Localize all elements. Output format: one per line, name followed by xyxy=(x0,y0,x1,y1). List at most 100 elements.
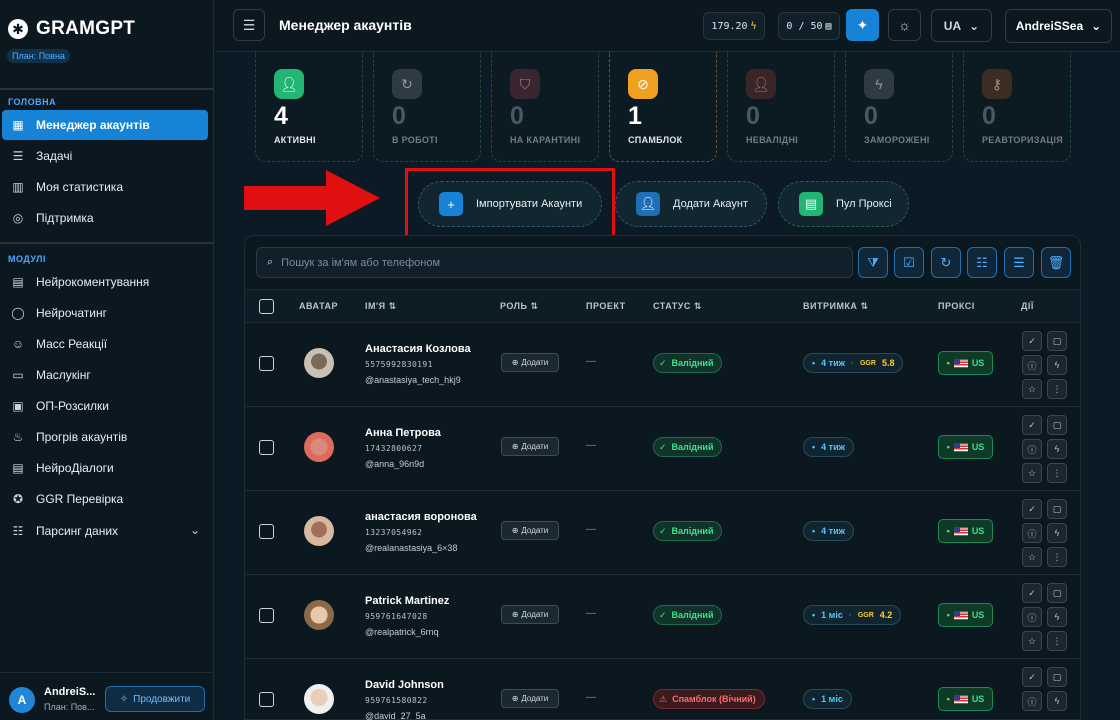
search-input[interactable]: ⌕ Пошук за ім'ям або телефоном xyxy=(256,247,853,278)
sidebar-toggle-button[interactable]: ☰ xyxy=(233,9,265,41)
chat-action-button[interactable]: ▢ xyxy=(1047,667,1067,687)
check-action-button[interactable]: ✓ xyxy=(1022,415,1042,435)
bolt-action-button[interactable]: ϟ xyxy=(1047,523,1067,543)
sidebar-item-data-parsing[interactable]: ☷ Парсинг даних ⌄ xyxy=(2,516,208,546)
more-action-button[interactable]: ⋮ xyxy=(1047,547,1067,567)
star-action-button[interactable]: ☆ xyxy=(1022,547,1042,567)
table-row[interactable]: анастасия воронова 13237054962 @realanas… xyxy=(245,491,1080,575)
add-account-button[interactable]: 👤︎ Додати Акаунт xyxy=(615,181,767,227)
stat-card-frozen[interactable]: ϟ 0 ЗАМОРОЖЕНІ xyxy=(845,52,953,162)
row-checkbox[interactable] xyxy=(259,608,274,623)
chat-action-button[interactable]: ▢ xyxy=(1047,499,1067,519)
stat-card-invalid[interactable]: 👤︎ 0 НЕВАЛІДНІ xyxy=(727,52,835,162)
check-action-button[interactable]: ✓ xyxy=(1022,667,1042,687)
row-checkbox[interactable] xyxy=(259,692,274,707)
more-action-button[interactable]: ⋮ xyxy=(1047,463,1067,483)
stat-card-in-work[interactable]: ↻ 0 В РОБОТІ xyxy=(373,52,481,162)
sidebar-item-tasks[interactable]: ☰ Задачі xyxy=(2,141,208,171)
chat-icon: ▢ xyxy=(1052,335,1062,346)
info-action-button[interactable]: ⓘ xyxy=(1022,523,1042,543)
more-action-button[interactable]: ⋮ xyxy=(1047,379,1067,399)
filter-button[interactable]: ⧩ xyxy=(858,247,888,278)
column-name[interactable]: ІМ'Я ⇅ xyxy=(365,301,397,312)
quota-badge[interactable]: 0 / 50 ▤ xyxy=(778,12,840,40)
extend-plan-button[interactable]: ✧ Продовжити xyxy=(105,686,205,712)
column-role[interactable]: РОЛЬ ⇅ xyxy=(500,301,539,312)
add-role-button[interactable]: ⊕ Додати xyxy=(501,689,559,708)
info-action-button[interactable]: ⓘ xyxy=(1022,439,1042,459)
ai-sparkle-button[interactable]: ✦ xyxy=(846,9,879,41)
table-row[interactable]: Patrick Martinez 959761647028 @realpatri… xyxy=(245,575,1080,659)
delete-button[interactable]: 🗑︎ xyxy=(1041,247,1071,278)
bulk-actions-button[interactable]: ☰ xyxy=(1004,247,1034,278)
sidebar-item-warmup[interactable]: ♨ Прогрів акаунтів xyxy=(2,422,208,452)
chat-action-button[interactable]: ▢ xyxy=(1047,583,1067,603)
stat-card-reauth[interactable]: ⚷ 0 РЕАВТОРИЗАЦІЯ xyxy=(963,52,1071,162)
status-badge: ✓ Валідний xyxy=(653,437,723,457)
proxy-badge[interactable]: • US xyxy=(938,519,993,543)
select-all-checkbox[interactable] xyxy=(259,299,274,314)
add-role-button[interactable]: ⊕ Додати xyxy=(501,437,559,456)
table-row[interactable]: Анастасия Козлова 5575992830191 @anastas… xyxy=(245,323,1080,407)
star-action-button[interactable]: ☆ xyxy=(1022,379,1042,399)
info-action-button[interactable]: ⓘ xyxy=(1022,355,1042,375)
chat-action-button[interactable]: ▢ xyxy=(1047,415,1067,435)
check-action-button[interactable]: ✓ xyxy=(1022,331,1042,351)
add-role-button[interactable]: ⊕ Додати xyxy=(501,605,559,624)
chat-action-button[interactable]: ▢ xyxy=(1047,331,1067,351)
select-mode-button[interactable]: ☑ xyxy=(894,247,924,278)
proxy-pool-button[interactable]: ▤ Пул Проксі xyxy=(778,181,909,227)
row-checkbox[interactable] xyxy=(259,440,274,455)
row-checkbox[interactable] xyxy=(259,356,274,371)
check-action-button[interactable]: ✓ xyxy=(1022,583,1042,603)
add-role-button[interactable]: ⊕ Додати xyxy=(501,521,559,540)
sidebar-item-account-manager[interactable]: ▦ Менеджер акаунтів xyxy=(2,110,208,140)
table-row[interactable]: David Johnson 959761580822 @david_27_5a … xyxy=(245,659,1080,720)
table-header: АВАТАР ІМ'Я ⇅ РОЛЬ ⇅ ПРОЕКТ СТАТУС ⇅ ВИТ… xyxy=(245,289,1080,323)
sidebar-item-neurodialogs[interactable]: ▤ НейроДіалоги xyxy=(2,453,208,483)
refresh-button[interactable]: ↻ xyxy=(931,247,961,278)
check-action-button[interactable]: ✓ xyxy=(1022,499,1042,519)
star-action-button[interactable]: ☆ xyxy=(1022,463,1042,483)
column-status[interactable]: СТАТУС ⇅ xyxy=(653,301,702,312)
stat-card-active[interactable]: 👤︎ 4 АКТИВНІ xyxy=(255,52,363,162)
column-window[interactable]: ВИТРИМКА ⇅ xyxy=(803,301,869,312)
brand[interactable]: ✱ GRAMGPT xyxy=(8,18,135,40)
sidebar-item-statistics[interactable]: ▥ Моя статистика xyxy=(2,172,208,202)
add-role-button[interactable]: ⊕ Додати xyxy=(501,353,559,372)
language-select[interactable]: UA ⌄ xyxy=(931,9,992,42)
sidebar-item-neurocomments[interactable]: ▤ Нейрокоментування xyxy=(2,267,208,297)
chevron-down-icon[interactable]: ⌄ xyxy=(190,523,200,537)
avatar[interactable]: A xyxy=(9,687,35,713)
sidebar-item-label: НейроДіалоги xyxy=(36,461,114,475)
star-action-button[interactable]: ☆ xyxy=(1022,631,1042,651)
proxy-badge[interactable]: • US xyxy=(938,687,993,711)
proxy-badge[interactable]: • US xyxy=(938,435,993,459)
table-row[interactable]: Анна Петрова 17432800627 @anna_96n9d ⊕ До… xyxy=(245,407,1080,491)
sidebar-item-masslooking[interactable]: ▭ Маслукінг xyxy=(2,360,208,390)
sparkle-icon: ✧ xyxy=(119,693,129,705)
sidebar-item-mass-reactions[interactable]: ☺ Масс Реакції xyxy=(2,329,208,359)
bolt-action-button[interactable]: ϟ xyxy=(1047,355,1067,375)
stat-card-spamblock[interactable]: ⊘ 1 СПАМБЛОК xyxy=(609,52,717,162)
star-icon: ☆ xyxy=(1027,635,1037,646)
sidebar-item-neurochatting[interactable]: ◯ Нейрочатинг xyxy=(2,298,208,328)
proxy-badge[interactable]: • US xyxy=(938,351,993,375)
stat-card-quarantine[interactable]: ⛉ 0 НА КАРАНТИНІ xyxy=(491,52,599,162)
proxy-badge[interactable]: • US xyxy=(938,603,993,627)
theme-toggle-button[interactable]: ☼ xyxy=(888,9,921,41)
row-checkbox[interactable] xyxy=(259,524,274,539)
sidebar-item-support[interactable]: ◎ Підтримка xyxy=(2,203,208,233)
bolt-action-button[interactable]: ϟ xyxy=(1047,439,1067,459)
bolt-action-button[interactable]: ϟ xyxy=(1047,691,1067,711)
import-accounts-button[interactable]: + Імпортувати Акаунти xyxy=(418,181,602,227)
sidebar-item-op-mailing[interactable]: ▣ ОП-Розсилки xyxy=(2,391,208,421)
sidebar-item-ggr-check[interactable]: ✪ GGR Перевірка xyxy=(2,484,208,514)
info-action-button[interactable]: ⓘ xyxy=(1022,691,1042,711)
bolt-action-button[interactable]: ϟ xyxy=(1047,607,1067,627)
user-menu-button[interactable]: AndreiSSea ⌄ xyxy=(1005,9,1112,43)
more-action-button[interactable]: ⋮ xyxy=(1047,631,1067,651)
settings-sliders-button[interactable]: ☷ xyxy=(967,247,997,278)
info-action-button[interactable]: ⓘ xyxy=(1022,607,1042,627)
balance-badge[interactable]: 179.20 ϟ xyxy=(703,12,765,40)
